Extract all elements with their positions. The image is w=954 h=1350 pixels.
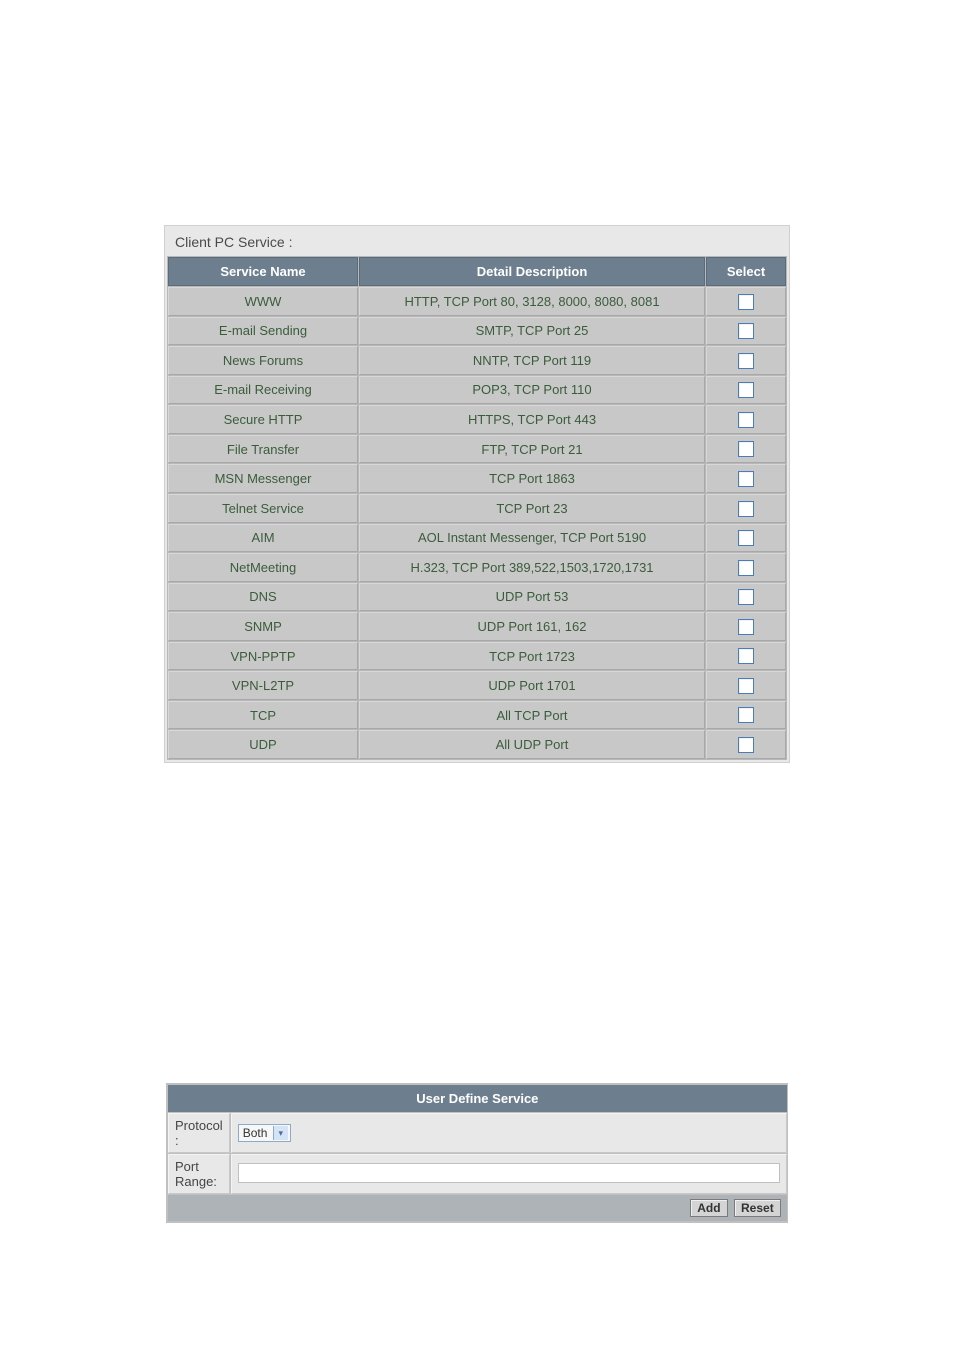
service-name: File Transfer: [168, 435, 358, 464]
service-description: TCP Port 1863: [359, 464, 705, 493]
uds-title: User Define Service: [168, 1085, 787, 1112]
table-row: NetMeetingH.323, TCP Port 389,522,1503,1…: [168, 553, 786, 582]
select-checkbox[interactable]: [738, 353, 754, 369]
select-checkbox[interactable]: [738, 589, 754, 605]
service-select-cell: [706, 317, 786, 346]
table-row: TCPAll TCP Port: [168, 701, 786, 730]
protocol-cell: Both ▾: [231, 1113, 787, 1153]
service-name: VPN-L2TP: [168, 671, 358, 700]
protocol-value: Both: [243, 1126, 268, 1140]
service-select-cell: [706, 642, 786, 671]
service-select-cell: [706, 376, 786, 405]
table-row: VPN-L2TPUDP Port 1701: [168, 671, 786, 700]
service-description: FTP, TCP Port 21: [359, 435, 705, 464]
service-description: All TCP Port: [359, 701, 705, 730]
service-name: News Forums: [168, 346, 358, 375]
service-description: UDP Port 161, 162: [359, 612, 705, 641]
service-description: AOL Instant Messenger, TCP Port 5190: [359, 524, 705, 553]
service-select-cell: [706, 701, 786, 730]
service-description: HTTPS, TCP Port 443: [359, 405, 705, 434]
service-name: AIM: [168, 524, 358, 553]
service-name: MSN Messenger: [168, 464, 358, 493]
client-pc-service-panel: Client PC Service : Service Name Detail …: [164, 225, 790, 763]
select-checkbox[interactable]: [738, 707, 754, 723]
select-checkbox[interactable]: [738, 648, 754, 664]
uds-footer: Add Reset: [168, 1195, 787, 1221]
select-checkbox[interactable]: [738, 294, 754, 310]
service-table: Service Name Detail Description Select W…: [167, 256, 787, 760]
header-detail-description: Detail Description: [359, 257, 705, 286]
service-name: UDP: [168, 730, 358, 759]
port-range-label: Port Range:: [168, 1154, 230, 1194]
add-button[interactable]: Add: [690, 1199, 727, 1217]
table-row: DNSUDP Port 53: [168, 583, 786, 612]
table-row: MSN MessengerTCP Port 1863: [168, 464, 786, 493]
select-checkbox[interactable]: [738, 323, 754, 339]
service-select-cell: [706, 583, 786, 612]
select-checkbox[interactable]: [738, 560, 754, 576]
select-checkbox[interactable]: [738, 412, 754, 428]
service-name: E-mail Sending: [168, 317, 358, 346]
service-select-cell: [706, 346, 786, 375]
service-description: POP3, TCP Port 110: [359, 376, 705, 405]
select-checkbox[interactable]: [738, 737, 754, 753]
service-name: SNMP: [168, 612, 358, 641]
service-select-cell: [706, 405, 786, 434]
service-description: SMTP, TCP Port 25: [359, 317, 705, 346]
select-checkbox[interactable]: [738, 678, 754, 694]
select-checkbox[interactable]: [738, 501, 754, 517]
service-select-cell: [706, 494, 786, 523]
service-name: WWW: [168, 287, 358, 316]
service-select-cell: [706, 671, 786, 700]
table-row: UDPAll UDP Port: [168, 730, 786, 759]
service-description: H.323, TCP Port 389,522,1503,1720,1731: [359, 553, 705, 582]
service-description: TCP Port 23: [359, 494, 705, 523]
table-row: E-mail SendingSMTP, TCP Port 25: [168, 317, 786, 346]
select-checkbox[interactable]: [738, 619, 754, 635]
table-row: Telnet ServiceTCP Port 23: [168, 494, 786, 523]
select-checkbox[interactable]: [738, 471, 754, 487]
table-row: VPN-PPTPTCP Port 1723: [168, 642, 786, 671]
service-description: All UDP Port: [359, 730, 705, 759]
service-name: NetMeeting: [168, 553, 358, 582]
protocol-label: Protocol :: [168, 1113, 230, 1153]
table-row: E-mail ReceivingPOP3, TCP Port 110: [168, 376, 786, 405]
service-select-cell: [706, 730, 786, 759]
select-checkbox[interactable]: [738, 530, 754, 546]
service-name: E-mail Receiving: [168, 376, 358, 405]
service-select-cell: [706, 612, 786, 641]
service-name: Secure HTTP: [168, 405, 358, 434]
service-description: TCP Port 1723: [359, 642, 705, 671]
table-row: News ForumsNNTP, TCP Port 119: [168, 346, 786, 375]
header-select: Select: [706, 257, 786, 286]
port-range-cell: [231, 1154, 787, 1194]
select-checkbox[interactable]: [738, 441, 754, 457]
table-row: SNMPUDP Port 161, 162: [168, 612, 786, 641]
service-description: NNTP, TCP Port 119: [359, 346, 705, 375]
table-row: Secure HTTPHTTPS, TCP Port 443: [168, 405, 786, 434]
table-row: WWWHTTP, TCP Port 80, 3128, 8000, 8080, …: [168, 287, 786, 316]
table-row: AIMAOL Instant Messenger, TCP Port 5190: [168, 524, 786, 553]
service-select-cell: [706, 553, 786, 582]
service-select-cell: [706, 524, 786, 553]
service-select-cell: [706, 464, 786, 493]
header-service-name: Service Name: [168, 257, 358, 286]
service-select-cell: [706, 435, 786, 464]
service-description: UDP Port 53: [359, 583, 705, 612]
service-description: HTTP, TCP Port 80, 3128, 8000, 8080, 808…: [359, 287, 705, 316]
service-name: DNS: [168, 583, 358, 612]
chevron-down-icon: ▾: [273, 1126, 288, 1140]
service-name: VPN-PPTP: [168, 642, 358, 671]
service-name: TCP: [168, 701, 358, 730]
port-range-input[interactable]: [238, 1163, 780, 1183]
service-name: Telnet Service: [168, 494, 358, 523]
table-row: File TransferFTP, TCP Port 21: [168, 435, 786, 464]
service-select-cell: [706, 287, 786, 316]
panel-title: Client PC Service :: [167, 228, 787, 256]
reset-button[interactable]: Reset: [734, 1199, 781, 1217]
service-description: UDP Port 1701: [359, 671, 705, 700]
select-checkbox[interactable]: [738, 382, 754, 398]
protocol-select[interactable]: Both ▾: [238, 1124, 291, 1143]
user-define-service-panel: User Define Service Protocol : Both ▾ Po…: [166, 1083, 788, 1223]
